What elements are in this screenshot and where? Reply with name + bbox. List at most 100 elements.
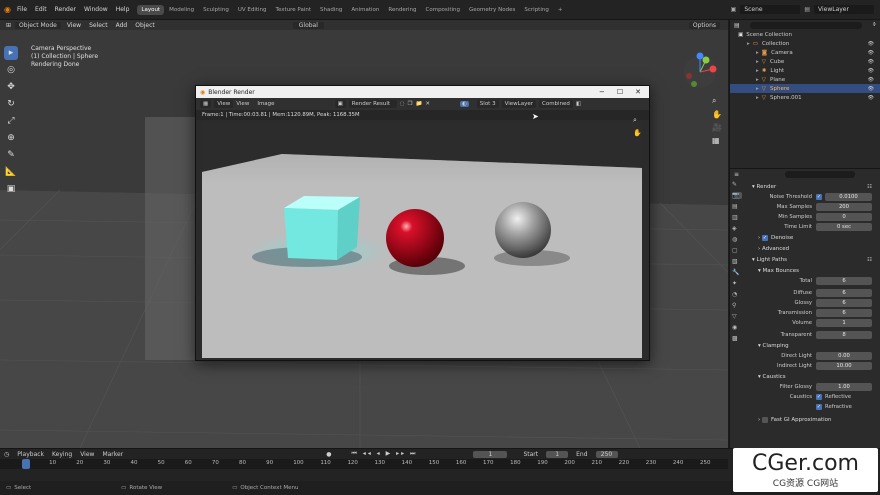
grid-view-icon[interactable]: ▦ xyxy=(712,136,722,145)
camera-view-icon[interactable]: 🎥 xyxy=(712,123,722,132)
expand-arrow-icon[interactable]: ▸ xyxy=(756,77,759,83)
tab-modeling[interactable]: Modeling xyxy=(165,5,198,15)
end-field[interactable]: 250 xyxy=(595,450,618,458)
copy-icon[interactable]: ❐ xyxy=(408,101,413,107)
tab-rendering[interactable]: Rendering xyxy=(384,5,420,15)
refractive-checkbox[interactable]: ✓ xyxy=(816,404,822,410)
view-layer-selector[interactable]: ViewLayer xyxy=(814,5,874,14)
menu-edit[interactable]: Edit xyxy=(35,6,47,13)
search-field[interactable] xyxy=(785,170,856,178)
expand-arrow-icon[interactable]: ▸ xyxy=(756,95,759,101)
measure-tool-icon[interactable]: 📐 xyxy=(4,165,18,179)
menu-keying[interactable]: Keying xyxy=(52,451,72,458)
menu-playback[interactable]: Playback xyxy=(17,451,44,458)
collection-tab-icon[interactable]: ▢ xyxy=(732,247,742,254)
menu-view[interactable]: View xyxy=(67,22,81,29)
select-box-tool-icon[interactable]: ▸ xyxy=(4,46,18,60)
texture-tab-icon[interactable]: ▩ xyxy=(732,335,742,342)
max-samples-field[interactable]: 200 xyxy=(816,203,872,211)
expand-arrow-icon[interactable]: ▸ xyxy=(756,50,759,56)
list-icon[interactable]: ☷ xyxy=(867,257,872,263)
particles-tab-icon[interactable]: ✦ xyxy=(732,280,742,287)
outliner-item[interactable]: ▸ ◙ Camera 👁 xyxy=(730,48,880,57)
filter-glossy-field[interactable]: 1.00 xyxy=(816,383,872,391)
folder-icon[interactable]: 📁 xyxy=(416,101,423,107)
tool-tab-icon[interactable]: ✎ xyxy=(732,181,742,188)
editor-type-icon[interactable]: ◷ xyxy=(4,451,9,458)
render-window-titlebar[interactable]: ◉ Blender Render − ☐ ✕ xyxy=(196,86,649,98)
tab-animation[interactable]: Animation xyxy=(347,5,383,15)
render-panel-header[interactable]: ▾ Render ☷ xyxy=(746,181,880,192)
min-samples-field[interactable]: 0 xyxy=(816,213,872,221)
annotate-tool-icon[interactable]: ✎ xyxy=(4,148,18,162)
tab-sculpting[interactable]: Sculpting xyxy=(199,5,233,15)
cursor-tool-icon[interactable]: ◎ xyxy=(4,63,18,77)
visibility-eye-icon[interactable]: 👁 xyxy=(868,59,874,65)
tab-texture-paint[interactable]: Texture Paint xyxy=(272,5,316,15)
expand-arrow-icon[interactable]: ▸ xyxy=(756,86,759,92)
start-field[interactable]: 1 xyxy=(546,450,569,458)
unlink-icon[interactable]: ✕ xyxy=(425,101,430,107)
volume-field[interactable]: 1 xyxy=(816,319,872,327)
glossy-field[interactable]: 6 xyxy=(816,299,872,307)
tab-layout[interactable]: Layout xyxy=(137,4,165,15)
light-paths-panel-header[interactable]: ▾ Light Paths ☷ xyxy=(746,254,880,265)
outliner-item[interactable]: ▸ ✺ Light 👁 xyxy=(730,66,880,75)
rotate-tool-icon[interactable]: ↻ xyxy=(4,97,18,111)
pass-selector[interactable]: Combined xyxy=(538,100,573,108)
tab-scripting[interactable]: Scripting xyxy=(520,5,552,15)
outliner-scene-collection[interactable]: ▣ Scene Collection xyxy=(730,30,880,39)
indirect-light-field[interactable]: 10.00 xyxy=(816,362,872,370)
visibility-eye-icon[interactable]: 👁 xyxy=(868,77,874,83)
outliner-item[interactable]: ▸ ▭ Collection 👁 xyxy=(730,39,880,48)
zoom-icon[interactable]: ⌕ xyxy=(633,116,642,125)
caustics-panel[interactable]: ▾ Caustics xyxy=(746,371,880,382)
pan-hand-icon[interactable]: ✋ xyxy=(633,129,642,137)
tab-compositing[interactable]: Compositing xyxy=(422,5,464,15)
playback-controls[interactable]: ⏮ ◂◂ ◂ ▶ ▸▸ ⏭ xyxy=(351,450,417,458)
object-tab-icon[interactable]: ▧ xyxy=(732,258,742,265)
time-limit-field[interactable]: 0 sec xyxy=(816,223,872,231)
output-tab-icon[interactable]: ▤ xyxy=(732,203,742,210)
reflective-checkbox[interactable]: ✓ xyxy=(816,394,822,400)
advanced-panel[interactable]: › Advanced xyxy=(746,243,880,254)
mode-selector[interactable]: Object Mode xyxy=(15,21,61,29)
shield-icon[interactable]: ◌ xyxy=(400,101,405,107)
transform-orientation[interactable]: Global xyxy=(292,21,324,29)
menu-image[interactable]: Image xyxy=(257,101,274,107)
filter-icon[interactable]: ⌽ xyxy=(872,21,876,29)
menu-marker[interactable]: Marker xyxy=(102,451,123,458)
diffuse-field[interactable]: 6 xyxy=(816,289,872,297)
render-result-image[interactable] xyxy=(202,122,642,358)
maximize-icon[interactable]: ☐ xyxy=(617,88,623,96)
menu-add[interactable]: Add xyxy=(116,22,128,29)
frame-ruler[interactable]: 0102030405060708090100110120130140150160… xyxy=(0,459,728,469)
playhead[interactable] xyxy=(22,459,30,469)
outliner-item[interactable]: ▸ ▽ Sphere 👁 xyxy=(730,84,880,93)
tab-geometry-nodes[interactable]: Geometry Nodes xyxy=(465,5,519,15)
editor-type-icon[interactable]: ⊞ xyxy=(6,22,11,29)
expand-arrow-icon[interactable]: ▸ xyxy=(756,59,759,65)
menu-view[interactable]: View xyxy=(236,101,249,107)
add-workspace-button[interactable]: + xyxy=(554,5,567,15)
minimize-icon[interactable]: − xyxy=(599,88,605,96)
menu-render[interactable]: Render xyxy=(55,6,76,13)
world-tab-icon[interactable]: ◍ xyxy=(732,236,742,243)
menu-window[interactable]: Window xyxy=(84,6,108,13)
view-layer-tab-icon[interactable]: ▥ xyxy=(732,214,742,221)
menu-object[interactable]: Object xyxy=(135,22,155,29)
view-layer-selector[interactable]: ViewLayer xyxy=(501,100,536,108)
view-dropdown[interactable]: View xyxy=(214,100,234,108)
max-bounces-panel[interactable]: ▾ Max Bounces xyxy=(746,265,880,276)
transmission-field[interactable]: 6 xyxy=(816,309,872,317)
editor-type-icon[interactable]: ≡ xyxy=(734,171,739,178)
scene-selector[interactable]: Scene xyxy=(740,5,801,14)
render-window[interactable]: ◉ Blender Render − ☐ ✕ ▦ View View Image… xyxy=(195,85,650,361)
visibility-eye-icon[interactable]: 👁 xyxy=(868,50,874,56)
scale-tool-icon[interactable]: ⤢ xyxy=(4,114,18,128)
visibility-eye-icon[interactable]: 👁 xyxy=(868,68,874,74)
slot-selector[interactable]: Slot 3 xyxy=(476,100,499,108)
visibility-eye-icon[interactable]: 👁 xyxy=(868,41,874,47)
menu-file[interactable]: File xyxy=(17,6,27,13)
material-tab-icon[interactable]: ◉ xyxy=(732,324,742,331)
